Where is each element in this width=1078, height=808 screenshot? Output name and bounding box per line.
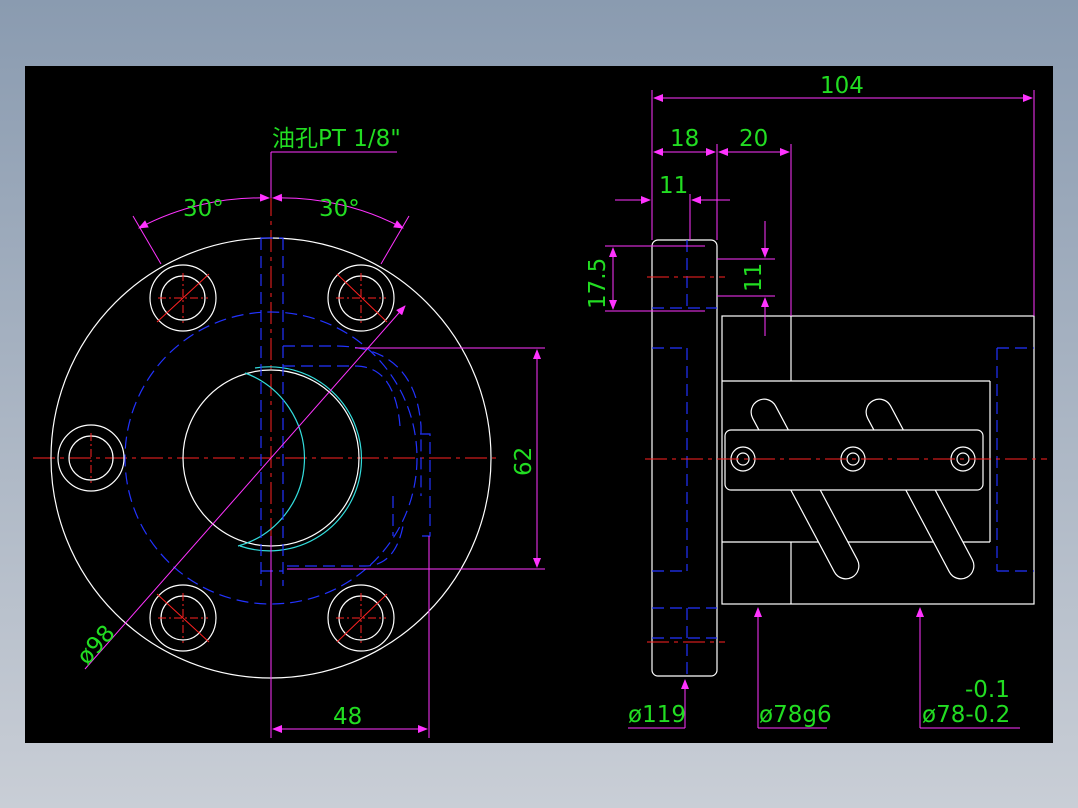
dim-17-5-lines (605, 245, 705, 312)
side-center-lines (645, 276, 1047, 643)
dim-62-label: 62 (511, 447, 537, 476)
dim-119-label: ø119 (628, 702, 686, 728)
dim-18-label: 18 (670, 126, 699, 152)
bolt-hole (327, 584, 395, 652)
dim-78-tolerance-upper: -0.1 (965, 677, 1010, 703)
bolt-hole (149, 264, 217, 332)
cad-drawing-viewport[interactable]: 油孔PT 1/8" 30° 30° 62 48 ø98 104 18 20 11… (25, 66, 1053, 743)
bolt-hole (327, 264, 395, 332)
side-view: 104 18 20 11 17.5 11 ø119 ø78g6 -0.1 ø78… (585, 73, 1047, 729)
flange-plate (651, 239, 718, 677)
dim-104-label: 104 (820, 73, 864, 99)
angle-right-label: 30° (319, 196, 360, 222)
oil-hole-label: 油孔PT 1/8" (272, 126, 401, 152)
dim-78-label: ø78-0.2 (922, 702, 1010, 728)
dim-78g6-label: ø78g6 (759, 702, 832, 728)
bolt-hole (149, 584, 217, 652)
angle-left-label: 30° (183, 196, 224, 222)
dim-11-top-label: 11 (659, 173, 688, 199)
retainer-bar (724, 429, 984, 491)
dim-20-label: 20 (739, 126, 768, 152)
thread-arc-2 (239, 366, 363, 552)
dim-98-label: ø98 (72, 620, 120, 670)
dim-18-20-lines (653, 144, 792, 316)
dim-17-5-label: 17.5 (585, 258, 611, 309)
cad-drawing: 油孔PT 1/8" 30° 30° 62 48 ø98 104 18 20 11… (33, 73, 1047, 738)
dim-48-label: 48 (333, 704, 362, 730)
front-view: 油孔PT 1/8" 30° 30° 62 48 ø98 (33, 126, 545, 738)
oil-hole-leader (270, 151, 397, 198)
dim-11-right-label: 11 (741, 263, 767, 292)
dim-11-top-lines (615, 194, 730, 240)
dim-104-lines (651, 90, 1035, 316)
front-hidden-lines (124, 237, 431, 605)
